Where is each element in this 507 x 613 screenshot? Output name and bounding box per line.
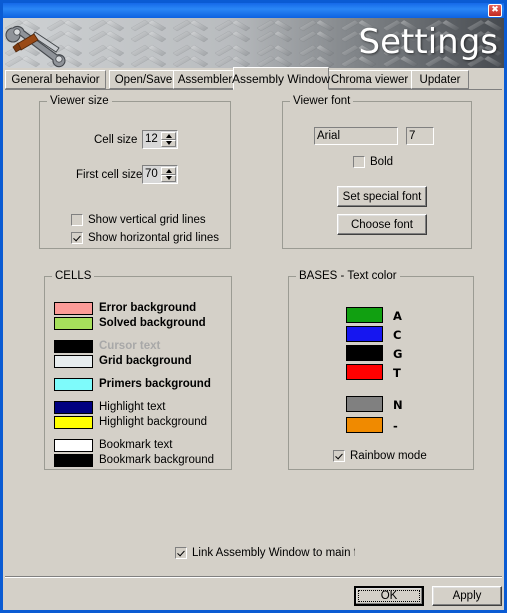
cell-size-down-icon[interactable] — [161, 139, 176, 147]
label-grid-background: Grid background — [99, 355, 192, 367]
group-cells: CELLS Error background Solved background… — [44, 270, 232, 470]
first-cell-size-up-icon[interactable] — [161, 167, 176, 175]
label-bookmark-background: Bookmark background — [99, 454, 215, 466]
checkbox-label: Rainbow mode — [350, 450, 427, 462]
group-bases-title: BASES - Text color — [296, 270, 400, 282]
label-solved-background: Solved background — [99, 317, 206, 329]
label-base-gap: - — [393, 419, 398, 433]
label-highlight-background: Highlight background — [99, 416, 208, 428]
swatch-base-c[interactable] — [346, 326, 383, 342]
tab-general-behavior[interactable]: General behavior — [5, 70, 106, 89]
footer-bar: OK Apply — [5, 578, 502, 610]
label-base-t: T — [393, 366, 401, 380]
swatch-bookmark-background[interactable] — [54, 454, 93, 467]
checkbox-label: Link Assembly Window to main form's — [192, 547, 355, 559]
first-cell-size-label: First cell size — [76, 169, 143, 181]
checkbox-label: Show horizontal grid lines — [88, 232, 220, 244]
checkbox-link-assembly-window[interactable]: Link Assembly Window to main form's — [175, 547, 355, 559]
checkbox-box — [333, 450, 345, 462]
ok-button[interactable]: OK — [354, 586, 424, 606]
group-viewer-font-title: Viewer font — [290, 95, 354, 107]
swatch-base-gap[interactable] — [346, 417, 383, 433]
swatch-grid-background[interactable] — [54, 355, 93, 368]
title-bar: ✖ — [3, 3, 504, 18]
tab-assembly-window[interactable]: Assembly Window — [232, 67, 330, 90]
swatch-solved-background[interactable] — [54, 317, 93, 330]
cell-size-label: Cell size — [94, 134, 138, 146]
tab-chroma-viewer[interactable]: Chroma viewer — [327, 70, 412, 89]
group-viewer-font: Viewer font Arial 7 Bold Set special fon… — [282, 95, 472, 249]
label-base-n: N — [393, 398, 403, 412]
label-base-a: A — [393, 309, 402, 323]
first-cell-size-value[interactable]: 70 — [143, 166, 161, 183]
cell-size-stepper[interactable]: 12 — [142, 130, 178, 149]
group-viewer-size-title: Viewer size — [47, 95, 112, 107]
label-highlight-text: Highlight text — [99, 401, 166, 413]
set-special-font-button[interactable]: Set special font — [337, 186, 427, 207]
first-cell-size-stepper[interactable]: 70 — [142, 165, 178, 184]
checkbox-box — [175, 547, 187, 559]
swatch-bookmark-text[interactable] — [54, 439, 93, 452]
label-base-c: C — [393, 328, 402, 342]
tab-open-save[interactable]: Open/Save — [109, 70, 178, 89]
checkbox-box — [353, 156, 365, 168]
swatch-base-t[interactable] — [346, 364, 383, 380]
checkbox-show-horizontal-grid-lines[interactable]: Show horizontal grid lines — [71, 232, 219, 244]
group-viewer-size: Viewer size Cell size 12 First cell size… — [39, 95, 231, 249]
label-bookmark-text: Bookmark text — [99, 439, 173, 451]
tab-content-assembly-window: Viewer size Cell size 12 First cell size… — [5, 90, 502, 575]
cell-size-value[interactable]: 12 — [143, 131, 161, 148]
apply-button[interactable]: Apply — [432, 586, 502, 606]
swatch-highlight-background[interactable] — [54, 416, 93, 429]
first-cell-size-arrows[interactable] — [161, 167, 176, 182]
tab-updater[interactable]: Updater — [411, 70, 469, 89]
group-cells-title: CELLS — [52, 270, 95, 282]
tab-strip: General behavior Open/Save Assembler Ass… — [5, 67, 502, 90]
checkbox-box — [71, 232, 83, 244]
settings-window: ✖ Settings General behavior Open/Save As… — [0, 0, 507, 613]
checkbox-bold[interactable]: Bold — [353, 156, 393, 168]
swatch-base-a[interactable] — [346, 307, 383, 323]
label-primers-background: Primers background — [99, 378, 211, 390]
checkbox-label: Bold — [370, 156, 394, 168]
page-title: Settings — [358, 22, 498, 62]
swatch-cursor-text[interactable] — [54, 340, 93, 353]
swatch-highlight-text[interactable] — [54, 401, 93, 414]
close-icon[interactable]: ✖ — [488, 4, 502, 17]
first-cell-size-down-icon[interactable] — [161, 174, 176, 182]
choose-font-button[interactable]: Choose font — [337, 214, 427, 235]
font-size-field[interactable]: 7 — [406, 127, 434, 145]
swatch-base-g[interactable] — [346, 345, 383, 361]
tab-assembler[interactable]: Assembler — [173, 70, 237, 89]
swatch-primers-background[interactable] — [54, 378, 93, 391]
swatch-error-background[interactable] — [54, 302, 93, 315]
swatch-base-n[interactable] — [346, 396, 383, 412]
label-error-background: Error background — [99, 302, 197, 314]
checkbox-box — [71, 214, 83, 226]
cell-size-up-icon[interactable] — [161, 132, 176, 140]
label-cursor-text: Cursor text — [99, 340, 161, 352]
ok-button-label: OK — [358, 590, 420, 602]
header-banner: Settings — [3, 18, 504, 68]
cell-size-arrows[interactable] — [161, 132, 176, 147]
font-name-field[interactable]: Arial — [314, 127, 398, 145]
checkbox-rainbow-mode[interactable]: Rainbow mode — [333, 450, 427, 462]
label-base-g: G — [393, 347, 403, 361]
group-bases: BASES - Text color A C G T N - Rainbow m… — [288, 270, 474, 470]
checkbox-label: Show vertical grid lines — [88, 214, 206, 226]
checkbox-show-vertical-grid-lines[interactable]: Show vertical grid lines — [71, 214, 206, 226]
